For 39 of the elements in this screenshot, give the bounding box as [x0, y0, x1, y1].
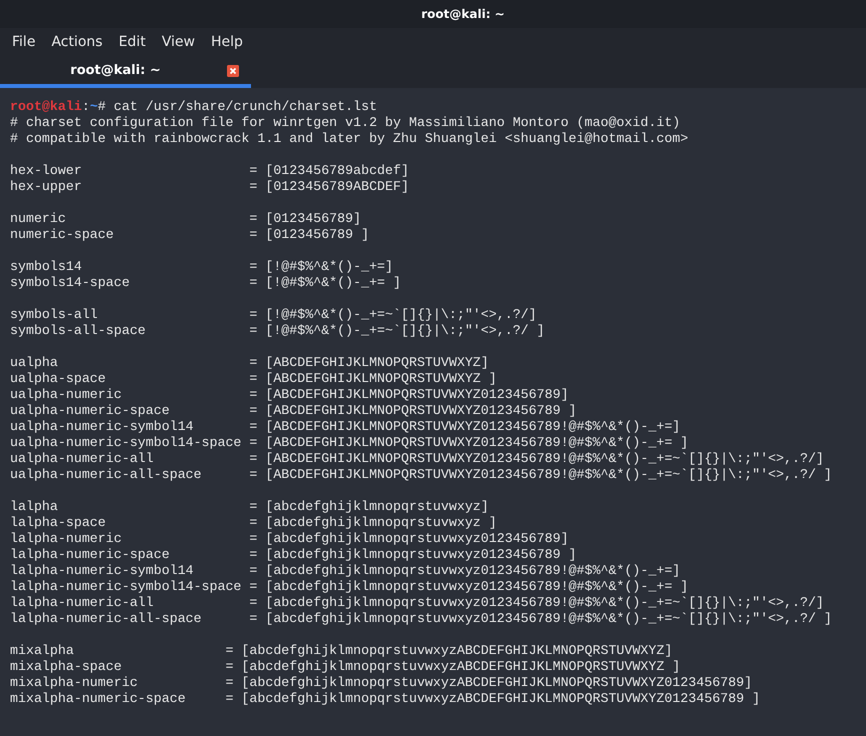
output-line: mixalpha-numeric = [abcdefghijklmnopqrstuvwxyzABCDEFGHIJKLMNOPQRSTUVWXYZ0123456789] [10, 675, 754, 691]
output-line: ualpha-numeric-symbol14-space = [ABCDEFGHIJKLMNOPQRSTUVWXYZ0123456789!@#$%^&*()-_+= ] [10, 435, 690, 451]
output-line: hex-upper = [0123456789ABCDEF] [10, 179, 410, 195]
output-line: lalpha-numeric-all = [abcdefghijklmnopqrstuvwxyz0123456789!@#$%^&*()-_+=~`[]{}|\:;"'<>,.?/] [10, 595, 825, 611]
menu-item[interactable]: Help [202, 34, 251, 50]
output-line: # charset configuration file for winrtgen v1.2 by Massimiliano Montoro (mao@oxid.it) [10, 115, 682, 131]
output-line: ualpha-numeric-all = [ABCDEFGHIJKLMNOPQRSTUVWXYZ0123456789!@#$%^&*()-_+=~`[]{}|\:;"'<>,.?/] [10, 451, 825, 467]
close-icon[interactable] [227, 65, 239, 77]
output-line: ualpha-numeric = [ABCDEFGHIJKLMNOPQRSTUVWXYZ0123456789] [10, 387, 570, 403]
output-line: ualpha-numeric-space = [ABCDEFGHIJKLMNOPQRSTUVWXYZ0123456789 ] [10, 403, 578, 419]
prompt-line: root@kali:~# cat /usr/share/crunch/charset.lst [10, 99, 378, 115]
output-line: symbols14 = [!@#$%^&*()-_+=] [10, 259, 394, 275]
output-line: ualpha-numeric-symbol14 = [ABCDEFGHIJKLMNOPQRSTUVWXYZ0123456789!@#$%^&*()-_+=] [10, 419, 682, 435]
output-line: lalpha = [abcdefghijklmnopqrstuvwxyz] [10, 499, 490, 515]
output-line: symbols-all = [!@#$%^&*()-_+=~`[]{}|\:;"'<>,.?/] [10, 307, 538, 323]
output-line: ualpha-space = [ABCDEFGHIJKLMNOPQRSTUVWXYZ ] [10, 371, 498, 387]
output-line: mixalpha-numeric-space = [abcdefghijklmnopqrstuvwxyzABCDEFGHIJKLMNOPQRSTUVWXYZ0123456789 ] [10, 691, 762, 707]
output-line: lalpha-numeric-symbol14-space = [abcdefghijklmnopqrstuvwxyz0123456789!@#$%^&*()-_+= ] [10, 579, 690, 595]
menu-item[interactable]: Edit [110, 34, 154, 50]
window-title: root@kali: ~ [421, 7, 505, 21]
output-line: symbols-all-space = [!@#$%^&*()-_+=~`[]{}|\:;"'<>,.?/ ] [10, 323, 546, 339]
output-line: mixalpha = [abcdefghijklmnopqrstuvwxyzABCDEFGHIJKLMNOPQRSTUVWXYZ] [10, 643, 674, 659]
output-line: hex-lower = [0123456789abcdef] [10, 163, 410, 179]
output-line: symbols14-space = [!@#$%^&*()-_+= ] [10, 275, 402, 291]
output-line: lalpha-numeric-all-space = [abcdefghijklmnopqrstuvwxyz0123456789!@#$%^&*()-_+=~`[]{}|\:;"'<>,.?/ ] [10, 611, 833, 627]
output-line: ualpha = [ABCDEFGHIJKLMNOPQRSTUVWXYZ] [10, 355, 490, 371]
menu-item[interactable]: File [4, 34, 44, 50]
menu-item[interactable]: Actions [43, 34, 111, 50]
output-line: lalpha-numeric = [abcdefghijklmnopqrstuvwxyz0123456789] [10, 531, 570, 547]
output-line: numeric-space = [0123456789 ] [10, 227, 370, 243]
tab-label: root@kali: ~ [70, 62, 161, 78]
output-line: numeric = [0123456789] [10, 211, 362, 227]
output-line: mixalpha-space = [abcdefghijklmnopqrstuvwxyzABCDEFGHIJKLMNOPQRSTUVWXYZ ] [10, 659, 682, 675]
output-line: lalpha-numeric-space = [abcdefghijklmnopqrstuvwxyz0123456789 ] [10, 547, 578, 563]
output-line: lalpha-numeric-symbol14 = [abcdefghijklmnopqrstuvwxyz0123456789!@#$%^&*()-_+=] [10, 563, 682, 579]
output-line: ualpha-numeric-all-space = [ABCDEFGHIJKLMNOPQRSTUVWXYZ0123456789!@#$%^&*()-_+=~`[]{}|\:;"'<>,.?/ ] [10, 467, 833, 483]
menu-item[interactable]: View [154, 34, 203, 50]
output-line: lalpha-space = [abcdefghijklmnopqrstuvwxyz ] [10, 515, 498, 531]
output-line: # compatible with rainbowcrack 1.1 and later by Zhu Shuanglei <shuanglei@hotmail.com> [10, 131, 690, 147]
